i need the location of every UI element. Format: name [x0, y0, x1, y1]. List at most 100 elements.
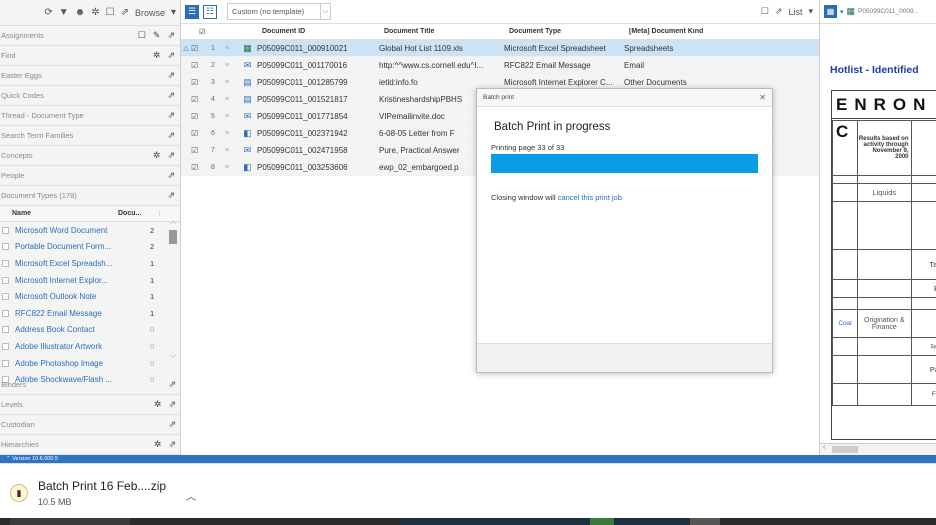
doc-type-name[interactable]: Microsoft Excel Spreadsh... [15, 259, 150, 268]
nav-search-term-families[interactable]: Search Term Families ⇗ [0, 126, 180, 146]
window-icon[interactable]: ☐ [761, 6, 769, 17]
doc-type-checkbox[interactable] [2, 276, 9, 284]
edit-icon[interactable]: ✎ [153, 30, 161, 41]
pin-icon[interactable]: ⇗ [167, 30, 175, 41]
settings-icon[interactable]: ✲ [153, 150, 161, 161]
pin-icon[interactable]: ⇗ [167, 110, 175, 121]
doc-type-checkbox[interactable] [2, 226, 9, 234]
pin-icon[interactable]: ⇗ [167, 90, 175, 101]
row-flag-icon[interactable]: ≡ [225, 45, 241, 52]
filter-icon[interactable]: ▼ [59, 7, 69, 18]
list-view-icon[interactable]: ☰ [185, 4, 199, 19]
row-flag-icon[interactable]: ≡ [225, 147, 241, 154]
chevron-down-icon[interactable]: ▾ [171, 7, 176, 18]
nav-document-types-178[interactable]: Document Types (178) ⇗ [0, 186, 180, 206]
doc-type-checkbox[interactable] [2, 293, 9, 301]
row-flag-icon[interactable]: ≡ [225, 113, 241, 120]
doc-types-name-header[interactable]: Name [0, 210, 118, 217]
doc-type-item[interactable]: Address Book Contact 0 [0, 322, 180, 339]
settings-icon[interactable]: ✲ [91, 7, 99, 18]
chevron-down-icon[interactable]: ⌵ [320, 4, 330, 19]
table-row[interactable]: ☑ 2 ≡ ✉ P05099C011_001170016 http:^^www.cs.co… [181, 57, 819, 74]
doc-types-scrollbar[interactable]: ︿ ﹀ [168, 214, 178, 364]
nav-quick-codes[interactable]: Quick Codes ⇗ [0, 86, 180, 106]
doc-type-name[interactable]: Microsoft Internet Explor... [15, 276, 150, 285]
pin-icon[interactable]: ⇗ [168, 399, 176, 410]
row-flag-icon[interactable]: ≡ [225, 96, 241, 103]
pin-icon[interactable]: ⇗ [168, 419, 176, 430]
doc-type-name[interactable]: Adobe Photoshop Image [15, 359, 150, 368]
doc-type-name[interactable]: Portable Document Form... [15, 242, 150, 251]
cell-id[interactable]: P05099C011_001521817 [254, 95, 379, 104]
scroll-up-icon[interactable]: ︿ [168, 216, 178, 226]
list-dropdown[interactable]: List [788, 7, 802, 17]
nav-custodian[interactable]: Custodian ⇗ [0, 415, 180, 435]
chevron-down-icon[interactable]: ▾ [808, 6, 813, 17]
doc-type-item[interactable]: Microsoft Excel Spreadsh... 1 [0, 255, 180, 272]
doc-type-item[interactable]: Microsoft Internet Explor... 1 [0, 272, 180, 289]
doc-type-checkbox[interactable] [2, 342, 9, 350]
doc-type-name[interactable]: Address Book Contact [15, 325, 150, 334]
doc-type-checkbox[interactable] [2, 259, 9, 267]
row-flag-icon[interactable]: ≡ [225, 79, 241, 86]
nav-people[interactable]: People ⇗ [0, 166, 180, 186]
cell-id[interactable]: P05099C011_002471958 [254, 146, 379, 155]
row-checkbox[interactable]: ☑ [191, 61, 201, 70]
chevron-down-icon[interactable]: ▾ [840, 8, 844, 16]
doc-type-name[interactable]: RFC822 Email Message [15, 309, 150, 318]
column-document-type[interactable]: Document Type [509, 28, 629, 35]
row-checkbox[interactable]: ☑ [191, 129, 201, 138]
row-flag-icon[interactable]: ≡ [225, 164, 241, 171]
clipboard-icon[interactable]: ☐ [138, 30, 146, 41]
pin-icon[interactable]: ⇗ [167, 170, 175, 181]
pin-icon[interactable]: ⇗ [167, 130, 175, 141]
pin-icon[interactable]: ⇗ [121, 7, 129, 18]
row-checkbox[interactable]: ☑ [191, 146, 201, 155]
table-row[interactable]: △ ☑ 1 ≡ ▦ P05099C011_000910021 Global Hot List… [181, 40, 819, 57]
nav-find[interactable]: Find ✲ ⇗ [0, 46, 180, 66]
cell-id[interactable]: P05099C011_000910021 [254, 44, 379, 53]
pin-icon[interactable]: ⇗ [775, 6, 783, 17]
doc-type-item[interactable]: Microsoft Outlook Note 1 [0, 288, 180, 305]
refresh-icon[interactable]: ⟳ [44, 7, 52, 18]
hscroll-thumb[interactable] [832, 446, 858, 453]
doc-type-checkbox[interactable] [2, 309, 9, 317]
settings-icon[interactable]: ✲ [154, 399, 162, 410]
doc-type-item[interactable]: Adobe Photoshop Image 0 [0, 355, 180, 372]
row-checkbox[interactable]: ☑ [191, 112, 201, 121]
detail-view-icon[interactable]: ☷ [203, 4, 217, 19]
window-icon[interactable]: ☐ [106, 7, 115, 18]
close-icon[interactable]: ✕ [759, 93, 766, 102]
nav-binders[interactable]: Binders ⇗ [0, 375, 180, 395]
row-flag-icon[interactable]: ≡ [225, 62, 241, 69]
doc-type-item[interactable]: Portable Document Form... 2 [0, 239, 180, 256]
nav-hierarchies[interactable]: Hierarchies ✲ ⇗ [0, 435, 180, 455]
cell-id[interactable]: P05099C011_002371942 [254, 129, 379, 138]
browse-dropdown[interactable]: Browse [135, 8, 165, 18]
nav-concepts[interactable]: Concepts ✲ ⇗ [0, 146, 180, 166]
cell-id[interactable]: P05099C011_001771854 [254, 112, 379, 121]
doc-type-item[interactable]: Microsoft Word Document 2 [0, 222, 180, 239]
people-icon[interactable]: ☻ [75, 7, 86, 18]
grid-view-icon[interactable]: ▦ [824, 5, 837, 18]
column-document-kind[interactable]: [Meta] Document Kind [629, 28, 729, 35]
doc-type-name[interactable]: Microsoft Outlook Note [15, 292, 150, 301]
scroll-left-icon[interactable]: ‹ [823, 444, 825, 451]
row-checkbox[interactable]: ☑ [191, 78, 201, 87]
row-checkbox[interactable]: ☑ [191, 95, 201, 104]
row-flag-icon[interactable]: ≡ [225, 130, 241, 137]
settings-icon[interactable]: ✲ [154, 439, 162, 450]
nav-levels[interactable]: Levels ✲ ⇗ [0, 395, 180, 415]
row-checkbox[interactable]: ☑ [191, 44, 201, 53]
cell-id[interactable]: P05099C011_003253606 [254, 163, 379, 172]
nav-assignments[interactable]: Assignments ☐ ✎ ⇗ [0, 26, 180, 46]
pin-icon[interactable]: ⇗ [167, 150, 175, 161]
doc-type-name[interactable]: Adobe Illustrator Artwork [15, 342, 150, 351]
pin-icon[interactable]: ⇗ [167, 70, 175, 81]
column-document-title[interactable]: Document Title [384, 28, 509, 35]
chevron-up-icon[interactable]: ︿ [186, 488, 196, 503]
doc-type-item[interactable]: Adobe Illustrator Artwork 0 [0, 338, 180, 355]
doc-type-checkbox[interactable] [2, 359, 9, 367]
expand-icon[interactable]: ⌃ [6, 456, 11, 462]
nav-easter-eggs[interactable]: Easter Eggs ⇗ [0, 66, 180, 86]
